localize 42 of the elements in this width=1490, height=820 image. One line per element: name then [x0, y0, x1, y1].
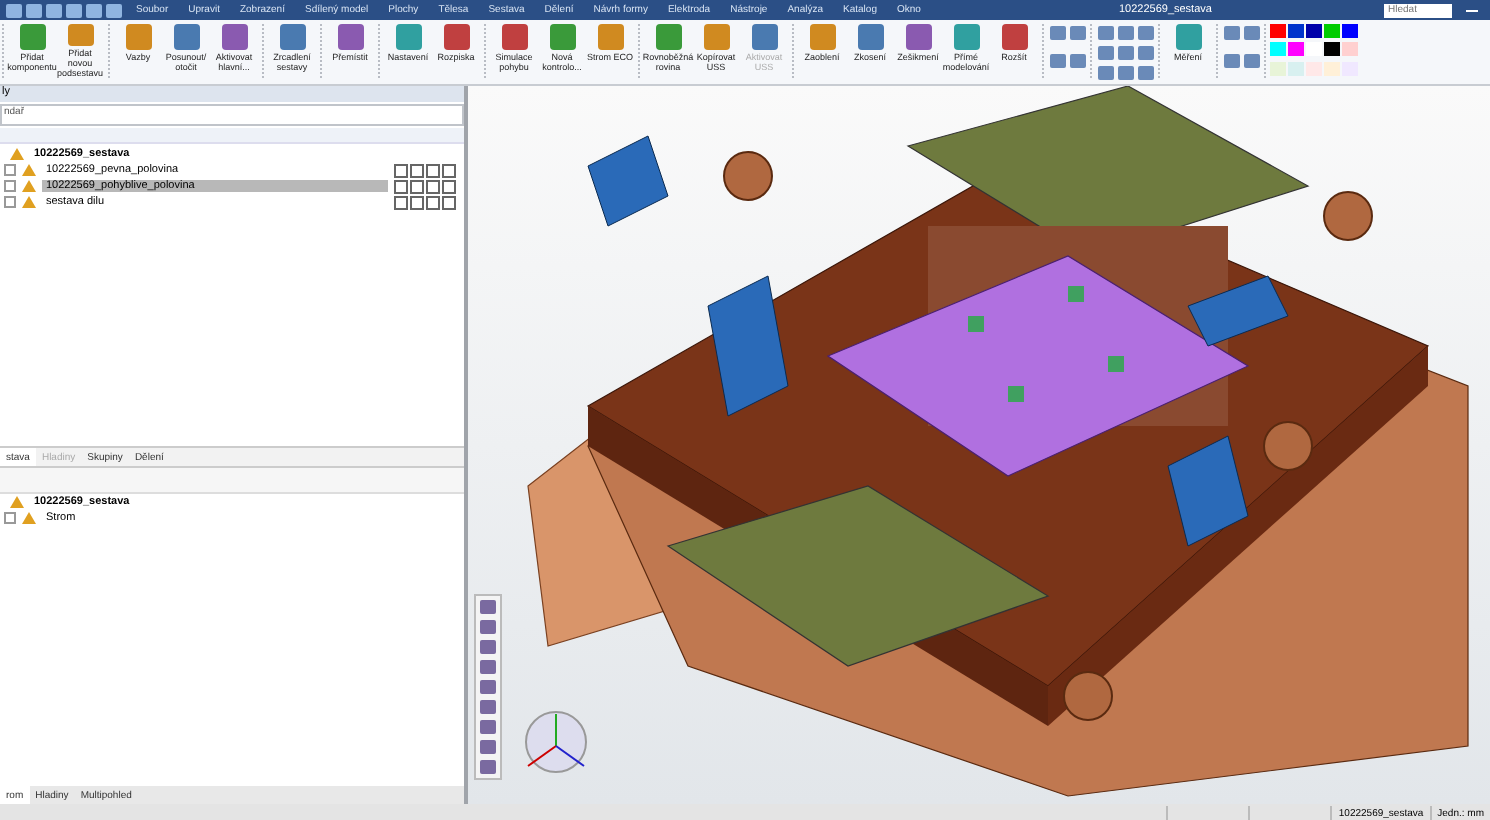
- color-swatch[interactable]: [1270, 24, 1286, 38]
- tool-icon: [221, 24, 247, 50]
- tool-icon: [501, 24, 527, 50]
- tool-icon: [1175, 24, 1201, 50]
- color-swatch[interactable]: [1288, 61, 1304, 76]
- tree-icon: [22, 512, 36, 524]
- axis-triad-icon: [520, 706, 592, 778]
- color-swatch[interactable]: [1342, 24, 1358, 38]
- tool-icon: [443, 24, 469, 50]
- tool-icon: [857, 24, 883, 50]
- tool-icon: [597, 24, 623, 50]
- tool-icon: [279, 24, 305, 50]
- color-swatch[interactable]: [1270, 61, 1286, 76]
- tool-icon: [395, 24, 421, 50]
- color-swatch[interactable]: [1324, 24, 1340, 38]
- tool-icon: [19, 24, 45, 50]
- color-swatch[interactable]: [1270, 42, 1286, 57]
- color-swatch[interactable]: [1342, 42, 1358, 57]
- expand-icon[interactable]: [4, 512, 16, 524]
- color-swatch[interactable]: [1288, 24, 1304, 38]
- color-swatch[interactable]: [1306, 42, 1322, 57]
- color-swatch[interactable]: [1342, 61, 1358, 76]
- tool-icon: [655, 24, 681, 50]
- tool-icon: [953, 24, 979, 50]
- color-swatch[interactable]: [1324, 42, 1340, 57]
- tool-icon: [905, 24, 931, 50]
- tool-icon: [173, 24, 199, 50]
- color-swatch[interactable]: [1306, 24, 1322, 38]
- tool-icon: [67, 24, 93, 46]
- tool-icon: [751, 24, 777, 50]
- minimize-icon[interactable]: [1466, 9, 1478, 11]
- tool-icon: [337, 24, 363, 50]
- tool-icon: [549, 24, 575, 50]
- assembly-icon: [10, 148, 24, 160]
- color-swatch[interactable]: [1324, 61, 1340, 76]
- tool-icon: [809, 24, 835, 50]
- color-swatch[interactable]: [1306, 61, 1322, 76]
- tool-icon: [125, 24, 151, 50]
- tool-icon: [703, 24, 729, 50]
- assembly-icon: [10, 496, 24, 508]
- tool-icon: [1001, 24, 1027, 50]
- color-swatch[interactable]: [1288, 42, 1304, 57]
